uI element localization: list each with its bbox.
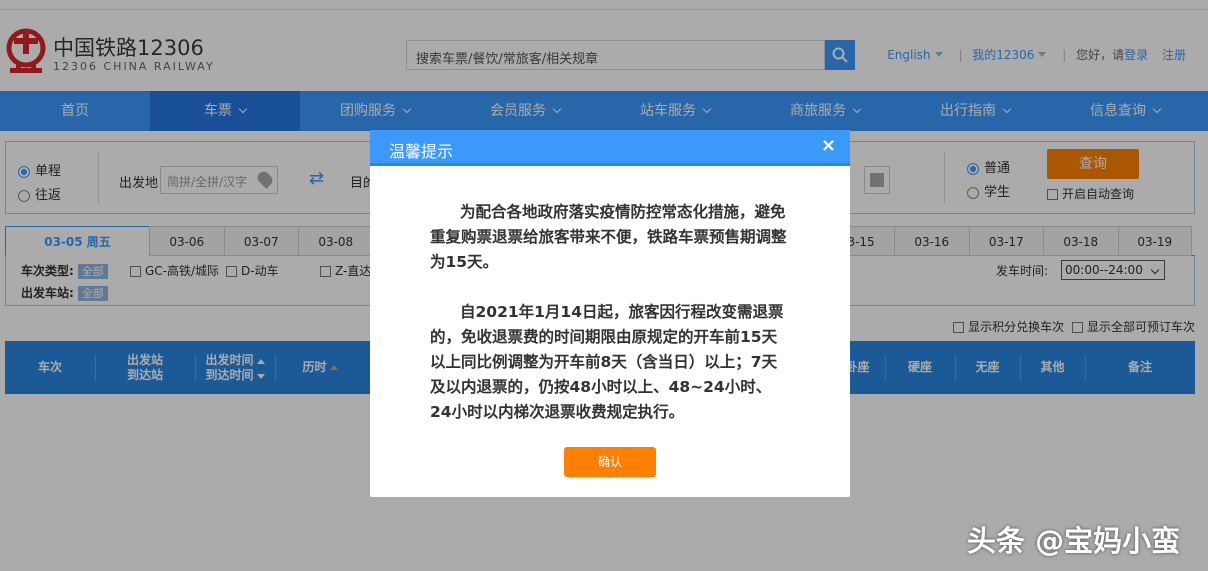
notice-dialog: 温馨提示 × 为配合各地政府落实疫情防控常态化措施，避免重复购票退票给旅客带来不… bbox=[370, 130, 850, 497]
confirm-button[interactable]: 确认 bbox=[564, 447, 656, 477]
close-icon[interactable]: × bbox=[821, 135, 836, 156]
page: 中国铁路12306 12306 CHINA RAILWAY 搜索车票/餐饮/常旅… bbox=[0, 0, 1208, 571]
notice-paragraph: 为配合各地政府落实疫情防控常态化措施，避免重复购票退票给旅客带来不便，铁路车票预… bbox=[430, 203, 787, 271]
dialog-body: 为配合各地政府落实疫情防控常态化措施，避免重复购票退票给旅客带来不便，铁路车票预… bbox=[430, 200, 790, 450]
dialog-title: 温馨提示 bbox=[389, 142, 454, 161]
dialog-header: 温馨提示 × bbox=[370, 130, 850, 166]
watermark: 头条 @宝妈小蛮 bbox=[967, 524, 1181, 558]
notice-paragraph: 自2021年1月14日起，旅客因行程改变需退票的，免收退票费的时间期限由原规定的… bbox=[430, 303, 784, 421]
